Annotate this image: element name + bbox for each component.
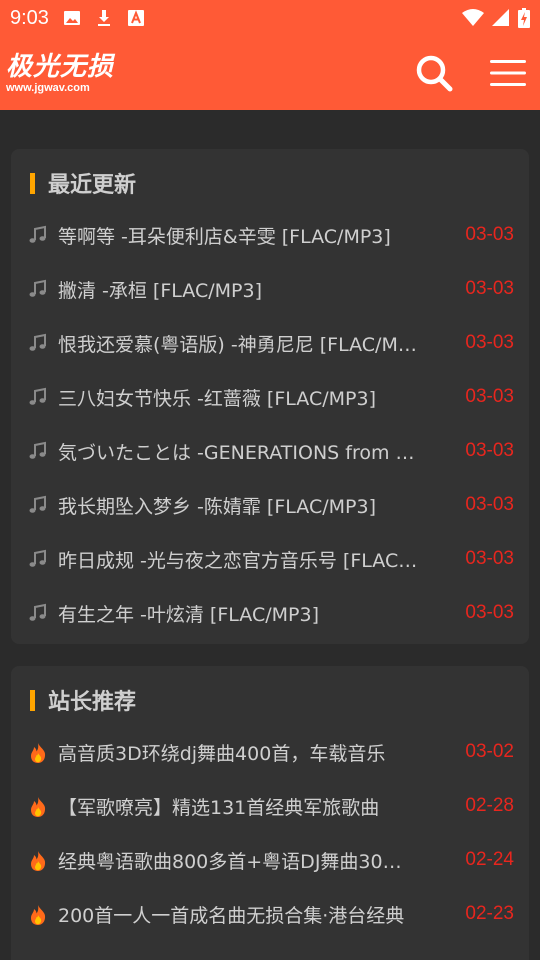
- list-item[interactable]: 200首一人一首成名曲无损合集·港台经典 02-23: [11, 887, 529, 941]
- music-note-icon: [28, 225, 48, 245]
- section-title: 站长推荐: [48, 690, 137, 715]
- item-title[interactable]: 有生之年 -叶炫清 [FLAC/MP3]: [58, 600, 465, 627]
- item-title[interactable]: 200首一人一首成名曲无损合集·港台经典: [58, 901, 465, 928]
- music-note-icon: [28, 441, 48, 461]
- item-date: 02-28: [465, 795, 514, 816]
- item-title[interactable]: 昨日成规 -光与夜之恋官方音乐号 [FLAC/MP3]: [58, 546, 465, 573]
- list-item[interactable]: 昨日成规 -光与夜之恋官方音乐号 [FLAC/MP3] 03-03: [11, 532, 529, 586]
- item-date: 03-03: [465, 386, 514, 407]
- list-item[interactable]: 经典粤语歌曲800多首+粤语DJ舞曲300首 02-24: [11, 833, 529, 887]
- music-note-icon: [28, 603, 48, 623]
- item-date: 02-23: [465, 903, 514, 924]
- menu-button[interactable]: [482, 47, 534, 99]
- section-accent-bar: [30, 172, 35, 194]
- music-note-icon: [28, 495, 48, 515]
- fire-icon: [28, 742, 48, 763]
- fire-icon: [28, 850, 48, 871]
- list-item[interactable]: 等啊等 -耳朵便利店&辛雯 [FLAC/MP3] 03-03: [11, 208, 529, 262]
- status-bar: 9:03: [0, 0, 540, 36]
- item-date: 03-03: [465, 602, 514, 623]
- item-title[interactable]: 【军歌嘹亮】精选131首经典军旅歌曲: [58, 793, 465, 820]
- item-date: 02-24: [465, 849, 514, 870]
- app-header: 极光无损 www.jgwav.com: [0, 36, 540, 110]
- list-item[interactable]: 撇清 -承桓 [FLAC/MP3] 03-03: [11, 262, 529, 316]
- item-title[interactable]: 我长期坠入梦乡 -陈婧霏 [FLAC/MP3]: [58, 492, 465, 519]
- item-title[interactable]: 気づいたことは -GENERATIONS from EXILE TRIBE: [58, 438, 465, 465]
- section-accent-bar: [30, 689, 35, 711]
- item-date: 03-03: [465, 440, 514, 461]
- search-icon: [416, 55, 453, 92]
- item-title[interactable]: 三八妇女节快乐 -红蔷薇 [FLAC/MP3]: [58, 384, 465, 411]
- music-note-icon: [28, 333, 48, 353]
- item-title[interactable]: 撇清 -承桓 [FLAC/MP3]: [58, 276, 465, 303]
- item-title[interactable]: 恨我还爱慕(粤语版) -神勇尼尼 [FLAC/MP3]: [58, 330, 465, 357]
- section-header: 最近更新: [30, 169, 137, 198]
- list-item[interactable]: 我长期坠入梦乡 -陈婧霏 [FLAC/MP3] 03-03: [11, 478, 529, 532]
- recent-updates-card: 最近更新 等啊等 -耳朵便利店&辛雯 [FLAC/MP3] 03-03 撇清 -承桓…: [11, 149, 529, 644]
- fire-icon: [28, 904, 48, 925]
- battery-icon: [518, 8, 530, 28]
- list-item[interactable]: 気づいたことは -GENERATIONS from EXILE TRIBE 03-…: [11, 424, 529, 478]
- item-title[interactable]: 经典粤语歌曲800多首+粤语DJ舞曲300首: [58, 847, 465, 874]
- item-date: 03-03: [465, 224, 514, 245]
- list-item[interactable]: 高音质3D环绕dj舞曲400首，车载音乐 03-02: [11, 725, 529, 779]
- hamburger-menu-icon: [490, 60, 526, 86]
- status-time: 9:03: [10, 6, 49, 29]
- item-date: 03-03: [465, 278, 514, 299]
- logo-domain: www.jgwav.com: [6, 82, 90, 94]
- logo-name: 极光无损: [6, 52, 115, 82]
- gallery-icon: [63, 11, 80, 25]
- site-logo[interactable]: 极光无损 www.jgwav.com: [6, 52, 114, 94]
- search-button[interactable]: [408, 47, 460, 99]
- item-title[interactable]: 高音质3D环绕dj舞曲400首，车载音乐: [58, 739, 465, 766]
- section-title: 最近更新: [48, 173, 137, 198]
- item-title[interactable]: 等啊等 -耳朵便利店&辛雯 [FLAC/MP3]: [58, 222, 465, 249]
- music-note-icon: [28, 549, 48, 569]
- item-date: 03-02: [465, 741, 514, 762]
- admin-recommend-card: 站长推荐 高音质3D环绕dj舞曲400首，车载音乐 03-02 【军歌嘹亮】精选13…: [11, 666, 529, 960]
- recent-list: 等啊等 -耳朵便利店&辛雯 [FLAC/MP3] 03-03 撇清 -承桓 [FLA…: [11, 208, 529, 640]
- signal-icon: [492, 9, 509, 26]
- recommend-list: 高音质3D环绕dj舞曲400首，车载音乐 03-02 【军歌嘹亮】精选131首经典军…: [11, 725, 529, 941]
- download-icon: [97, 10, 110, 26]
- item-date: 03-03: [465, 548, 514, 569]
- list-item[interactable]: 三八妇女节快乐 -红蔷薇 [FLAC/MP3] 03-03: [11, 370, 529, 424]
- list-item[interactable]: 有生之年 -叶炫清 [FLAC/MP3] 03-03: [11, 586, 529, 640]
- fire-icon: [28, 796, 48, 817]
- item-date: 03-03: [465, 332, 514, 353]
- item-date: 03-03: [465, 494, 514, 515]
- wifi-icon: [462, 9, 484, 26]
- section-header: 站长推荐: [30, 686, 137, 715]
- music-note-icon: [28, 279, 48, 299]
- text-app-icon: [127, 10, 144, 26]
- music-note-icon: [28, 387, 48, 407]
- list-item[interactable]: 恨我还爱慕(粤语版) -神勇尼尼 [FLAC/MP3] 03-03: [11, 316, 529, 370]
- list-item[interactable]: 【军歌嘹亮】精选131首经典军旅歌曲 02-28: [11, 779, 529, 833]
